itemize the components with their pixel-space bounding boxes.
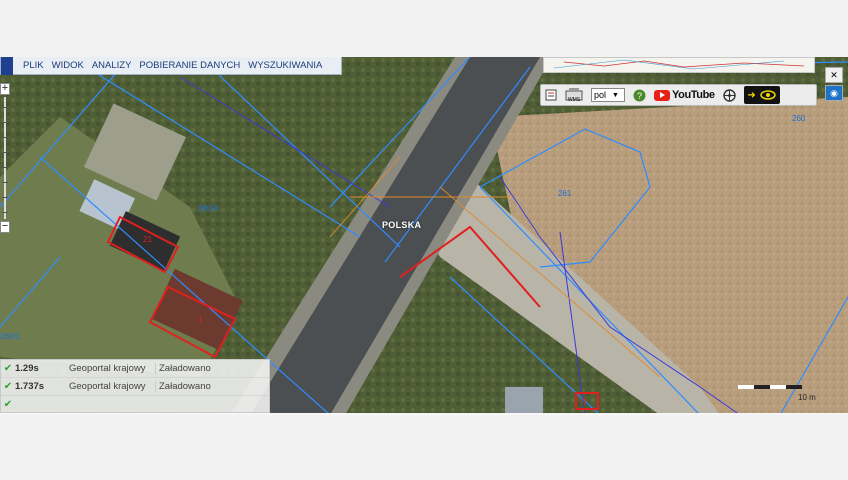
status-row: ✔ 1.29s Geoportal krajowy Załadowano	[1, 360, 269, 378]
parcel-label: 260/4	[198, 204, 219, 213]
language-select[interactable]: pol ▼	[591, 88, 625, 102]
eye-view-icon[interactable]: ◉	[825, 85, 843, 101]
status-state: Załadowano	[155, 363, 269, 374]
zoom-out-button[interactable]: −	[0, 221, 10, 233]
help-icon[interactable]: ?	[633, 88, 646, 102]
main-menu: PLIK WIDOK ANALIZY POBIERANIE DANYCH WYS…	[0, 57, 342, 75]
menu-item-widok[interactable]: WIDOK	[48, 60, 88, 71]
check-icon: ✔	[3, 363, 13, 374]
zoom-in-button[interactable]: +	[0, 83, 10, 95]
status-state: Załadowano	[155, 381, 269, 392]
status-service: Geoportal krajowy	[69, 363, 146, 374]
legend-icon[interactable]	[545, 88, 557, 102]
parcel-label: 260/1	[0, 332, 21, 341]
wms-label: WMS	[567, 97, 581, 103]
svg-text:?: ?	[637, 91, 642, 101]
parcel-label: 3	[582, 397, 587, 406]
scale-bar	[738, 385, 802, 389]
language-value: pol	[594, 90, 607, 100]
map-viewport[interactable]: POLSKA 260/4 260/1 261 260 21 1 3 10 m P…	[0, 57, 848, 415]
app-logo	[1, 57, 13, 75]
youtube-label: YouTube	[672, 89, 715, 101]
eye-icon	[760, 90, 776, 100]
place-label: POLSKA	[382, 220, 422, 230]
menu-item-analizy[interactable]: ANALIZY	[88, 60, 136, 71]
youtube-link[interactable]: YouTube	[654, 89, 715, 101]
youtube-play-icon	[654, 89, 670, 101]
accessibility-eye-button[interactable]: ➜	[743, 86, 780, 104]
wheel-icon[interactable]	[722, 88, 736, 102]
status-service: Geoportal krajowy	[69, 381, 146, 392]
check-icon: ✔	[3, 381, 13, 392]
minimap-lines	[553, 59, 805, 70]
status-row: ✔	[1, 396, 269, 413]
parcel-label: 21	[143, 235, 152, 244]
parcel-label: 261	[558, 189, 572, 198]
status-time: 1.29s	[15, 363, 39, 374]
parcel-label: 1	[198, 315, 203, 324]
side-buttons: ✕ ◉	[825, 67, 843, 101]
arrow-right-icon: ➜	[747, 89, 756, 101]
check-icon: ✔	[3, 399, 13, 410]
scale-label: 10 m	[798, 393, 816, 402]
parcel-label: 260	[792, 114, 806, 123]
zoom-slider[interactable]	[2, 97, 8, 219]
overview-minimap[interactable]	[543, 57, 815, 73]
top-toolbar: WMS pol ▼ ? YouTube ➜	[540, 84, 817, 106]
layer-status-panel: ✔ 1.29s Geoportal krajowy Załadowano ✔ 1…	[0, 359, 270, 413]
menu-item-pobieranie-danych[interactable]: POBIERANIE DANYCH	[135, 60, 244, 71]
menu-item-plik[interactable]: PLIK	[19, 60, 48, 71]
close-icon[interactable]: ✕	[825, 67, 843, 83]
status-row: ✔ 1.737s Geoportal krajowy Załadowano	[1, 378, 269, 396]
zoom-control: + −	[0, 83, 10, 243]
status-time: 1.737s	[15, 381, 45, 392]
chevron-down-icon: ▼	[612, 91, 619, 99]
coordinates-bar	[0, 413, 848, 415]
menu-item-wyszukiwania[interactable]: WYSZUKIWANIA	[244, 60, 326, 71]
wms-button[interactable]: WMS	[565, 88, 583, 103]
